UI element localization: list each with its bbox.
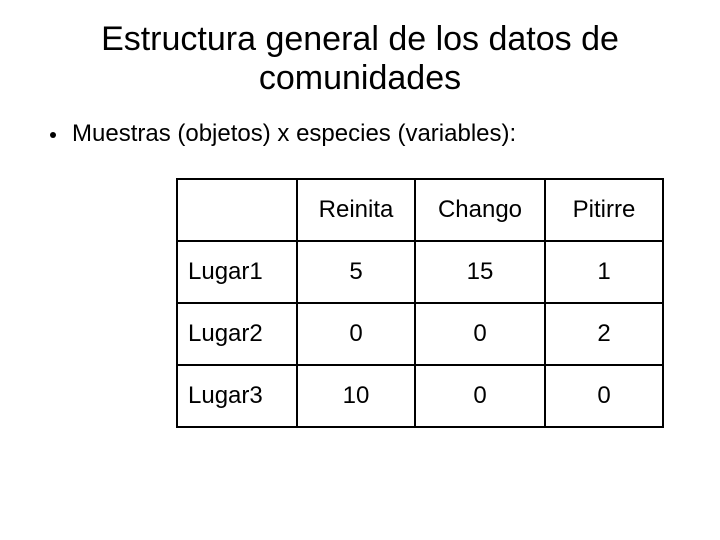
col-header: Reinita (297, 179, 415, 241)
cell: 0 (545, 365, 663, 427)
cell: 2 (545, 303, 663, 365)
bullet-dot-icon (50, 132, 56, 138)
data-table: Reinita Chango Pitirre Lugar1 5 15 1 Lug… (176, 178, 664, 428)
row-header: Lugar3 (177, 365, 297, 427)
table-row: Lugar1 5 15 1 (177, 241, 663, 303)
bullet-item: Muestras (objetos) x especies (variables… (50, 120, 680, 148)
cell: 1 (545, 241, 663, 303)
blank-corner-cell (177, 179, 297, 241)
table-header-row: Reinita Chango Pitirre (177, 179, 663, 241)
table-row: Lugar3 10 0 0 (177, 365, 663, 427)
cell: 0 (415, 365, 545, 427)
bullet-text: Muestras (objetos) x especies (variables… (72, 120, 516, 148)
cell: 10 (297, 365, 415, 427)
cell: 0 (297, 303, 415, 365)
cell: 0 (415, 303, 545, 365)
slide-title: Estructura general de los datos de comun… (40, 20, 680, 98)
col-header: Chango (415, 179, 545, 241)
cell: 15 (415, 241, 545, 303)
row-header: Lugar2 (177, 303, 297, 365)
row-header: Lugar1 (177, 241, 297, 303)
table-row: Lugar2 0 0 2 (177, 303, 663, 365)
cell: 5 (297, 241, 415, 303)
data-table-wrap: Reinita Chango Pitirre Lugar1 5 15 1 Lug… (160, 178, 680, 428)
col-header: Pitirre (545, 179, 663, 241)
